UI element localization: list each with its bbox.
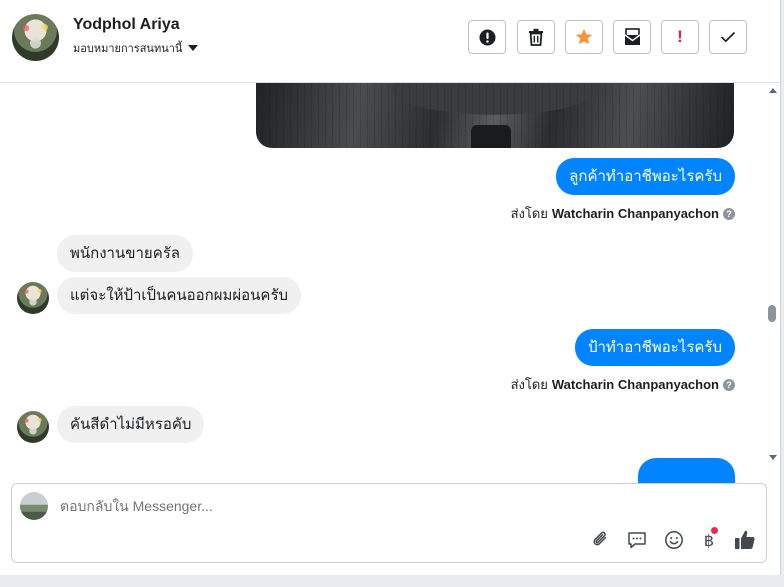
emoji-icon [665, 531, 683, 549]
caret-down-icon [188, 45, 199, 51]
attach-file-button[interactable] [589, 528, 613, 552]
contact-name[interactable]: Yodphol Ariya [73, 16, 180, 34]
page-avatar [20, 492, 48, 520]
scroll-down-arrow-icon[interactable] [769, 455, 777, 460]
incoming-message[interactable]: คันสีดำไม่มีหรอคับ [57, 406, 205, 443]
scroll-up-arrow-icon[interactable] [769, 88, 777, 93]
sender-avatar [17, 282, 49, 314]
emoji-button[interactable] [662, 528, 686, 552]
mark-important-icon: ! [677, 27, 683, 46]
sent-by-prefix: ส่งโดย [510, 377, 548, 392]
report-button[interactable] [468, 20, 506, 54]
saved-replies-button[interactable] [625, 528, 649, 552]
move-to-inbox-icon [624, 28, 640, 45]
payment-button[interactable]: ฿ [697, 527, 721, 552]
conversation-header: Yodphol Ariya มอบหมายการสนทนานี้ ! [0, 0, 780, 83]
delete-button[interactable] [517, 20, 555, 54]
notification-dot [711, 527, 718, 534]
incoming-message[interactable]: พนักงานขายครัล [57, 235, 193, 272]
question-icon[interactable]: ? [723, 207, 735, 220]
outgoing-message[interactable]: ป้าทำอาชีพอะไรครับ [574, 329, 735, 366]
assign-conversation-label: มอบหมายการสนทนานี้ [73, 43, 183, 55]
paperclip-icon [593, 531, 607, 546]
sent-by-name: Watcharin Chanpanyachon [551, 206, 719, 221]
message-scrollbar[interactable] [765, 83, 780, 468]
trash-icon [529, 28, 543, 46]
conversation-window: Yodphol Ariya มอบหมายการสนทนานี้ ! ลูกค้… [0, 0, 781, 575]
check-icon [720, 31, 736, 43]
reply-composer: ฿ [11, 483, 767, 563]
saved-reply-icon [628, 532, 646, 549]
incoming-message[interactable]: แต่จะให้ป้าเป็นคนออกผมผ่อนครับ [57, 277, 302, 314]
alert-icon [479, 29, 495, 45]
sent-by-label: ส่งโดย Watcharin Chanpanyachon ? [511, 203, 735, 224]
sender-avatar [17, 411, 49, 443]
outgoing-message[interactable]: ลูกค้าทำอาชีพอะไรครับ [556, 158, 735, 195]
mark-done-button[interactable] [709, 20, 747, 54]
question-icon[interactable]: ? [723, 378, 735, 391]
sent-by-name: Watcharin Chanpanyachon [551, 377, 719, 392]
thumbs-up-icon [735, 530, 755, 549]
like-button[interactable] [733, 528, 757, 552]
mark-important-button[interactable]: ! [661, 20, 699, 54]
reply-input[interactable] [60, 498, 660, 514]
move-to-inbox-button[interactable] [613, 20, 651, 54]
star-button[interactable] [565, 20, 603, 54]
image-attachment[interactable] [256, 83, 734, 148]
sent-by-prefix: ส่งโดย [510, 206, 548, 221]
star-icon [575, 28, 593, 45]
sent-by-label: ส่งโดย Watcharin Chanpanyachon ? [511, 374, 735, 395]
scroll-thumb[interactable] [768, 305, 776, 322]
assign-conversation-dropdown[interactable]: มอบหมายการสนทนานี้ [73, 39, 199, 57]
avatar[interactable] [12, 14, 59, 61]
